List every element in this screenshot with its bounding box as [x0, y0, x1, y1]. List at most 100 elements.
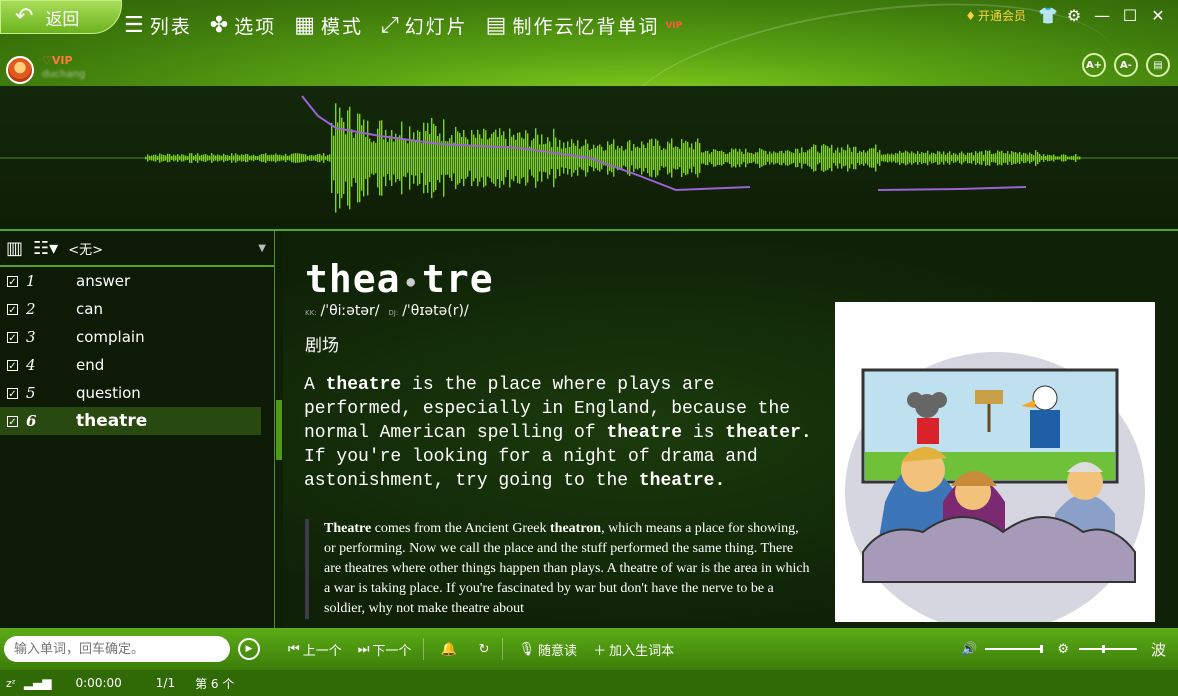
previous-button[interactable]: ⏮ 上一个 [288, 640, 342, 659]
speed-slider[interactable] [1078, 645, 1137, 653]
waveform-bar [411, 140, 413, 176]
open-vip-link[interactable]: ♦ 开通会员 [965, 7, 1026, 24]
waveform-bar [499, 128, 501, 188]
waveform-bar [809, 149, 811, 167]
waveform-bar [847, 144, 849, 172]
font-increase-button[interactable]: A+ [1082, 53, 1106, 77]
menu-list[interactable]: ☰ 列表 [124, 12, 192, 39]
waveform-bar [1073, 155, 1075, 161]
waveform-bar [823, 144, 825, 172]
waveform-bar [425, 130, 427, 186]
repeat-button[interactable]: ↻ [479, 642, 490, 657]
list-options-icon[interactable]: ☷▾ [33, 238, 58, 259]
dj-phonetic[interactable]: /ˈθɪətə(r)/ [402, 303, 468, 319]
checkbox[interactable]: ✓ [7, 359, 18, 372]
gear-icon[interactable]: ⚙ [1066, 6, 1082, 25]
gear-icon: ⚙ [1057, 641, 1069, 657]
close-icon[interactable]: ✕ [1150, 6, 1166, 25]
book-icon[interactable]: ▤ [1146, 53, 1170, 77]
volume-slider[interactable] [985, 645, 1044, 653]
play-button[interactable]: ▶ [238, 638, 260, 660]
next-button[interactable]: ⏭ 下一个 [358, 640, 412, 659]
list-item[interactable]: ✓ 3 complain [0, 323, 274, 351]
waveform-bar [1031, 153, 1033, 163]
waveform-bar [615, 149, 617, 167]
checkbox[interactable]: ✓ [7, 303, 18, 316]
waveform-bar [699, 143, 701, 173]
waveform-bar [967, 152, 969, 164]
skin-shirt-icon[interactable]: 👕 [1038, 6, 1058, 25]
list-item[interactable]: ✓ 1 answer [0, 267, 274, 295]
menu-options-label: 选项 [234, 16, 277, 38]
read-aloud-button[interactable]: 🎙 随意读 [519, 640, 578, 659]
back-button[interactable]: ↶ 返回 [0, 0, 122, 34]
list-item[interactable]: ✓ 4 end [0, 351, 274, 379]
font-decrease-button[interactable]: A- [1114, 53, 1138, 77]
maximize-icon[interactable]: ☐ [1122, 6, 1138, 25]
sleep-icon[interactable]: zᶻ [6, 677, 16, 690]
waveform-bar [145, 156, 147, 160]
chevron-down-icon[interactable]: ▼ [258, 243, 266, 254]
word-search-input[interactable] [4, 636, 230, 662]
waveform-bar [283, 155, 285, 161]
menu-make-cloud-words[interactable]: ▤ 制作云忆背单词 VIP [486, 12, 683, 39]
play-icon: ▶ [245, 644, 253, 654]
waveform-bar [301, 153, 303, 163]
menu-slideshow[interactable]: ⤢ 幻灯片 [381, 12, 468, 39]
waveform-bar [597, 145, 599, 171]
waveform-bar [753, 154, 755, 162]
waveform-bar [837, 147, 839, 169]
menu-options[interactable]: ✤ 选项 [210, 12, 276, 39]
diamond-icon: ♦ [965, 8, 976, 23]
wave-toggle-button[interactable]: 波 [1151, 639, 1166, 660]
books-icon[interactable]: ▥ [6, 238, 23, 259]
volume-button[interactable]: 🔊 [961, 642, 977, 657]
waveform-bar [797, 148, 799, 168]
waveform-bar [455, 126, 457, 190]
waveform-bar [369, 138, 371, 178]
checkbox[interactable]: ✓ [7, 275, 18, 288]
minimize-icon[interactable]: — [1094, 6, 1110, 25]
waveform-bar [959, 152, 961, 164]
avatar[interactable] [6, 56, 34, 84]
illustration-image [835, 302, 1155, 628]
slider-knob[interactable] [1040, 645, 1044, 653]
alarm-button[interactable]: 🔔 [440, 642, 456, 657]
waveform-bar [1005, 153, 1007, 163]
speed-settings-button[interactable]: ⚙ [1057, 642, 1069, 657]
slider-knob[interactable] [1102, 645, 1106, 653]
waveform-bar [895, 153, 897, 163]
waveform-bar [1047, 154, 1049, 162]
add-vocab-button[interactable]: ＋加入生词本 [593, 640, 674, 659]
list-item[interactable]: ✓ 5 question [0, 379, 274, 407]
checkbox[interactable]: ✓ [7, 387, 18, 400]
waveform-bar [517, 132, 519, 184]
waveform-bar [337, 122, 339, 194]
waveform-bar [871, 148, 873, 168]
item-word: complain [76, 328, 145, 346]
waveform-bar [763, 150, 765, 166]
kk-phonetic[interactable]: /ˈθiːətər/ [321, 303, 380, 319]
headword-syllable: thea [305, 257, 401, 301]
waveform-bar [299, 153, 301, 163]
checkbox[interactable]: ✓ [7, 415, 18, 428]
checkbox[interactable]: ✓ [7, 331, 18, 344]
menu-mode[interactable]: ▦ 模式 [294, 12, 363, 39]
list-item[interactable]: ✓ 2 can [0, 295, 274, 323]
waveform-bar [903, 152, 905, 164]
document-icon: ▤ [485, 13, 507, 38]
waveform-bar [451, 134, 453, 182]
waveform-bar [733, 149, 735, 167]
waveform-bar [417, 130, 419, 186]
waveform-bar [297, 153, 299, 163]
waveform-bar [955, 153, 957, 163]
waveform-bar [633, 144, 635, 172]
waveform-bar [527, 133, 529, 183]
panel-resize-handle[interactable] [276, 400, 282, 460]
audio-waveform[interactable] [0, 86, 1178, 231]
waveform-bar [227, 155, 229, 161]
list-filter-value[interactable]: <无> [68, 239, 103, 258]
waveform-bar [323, 153, 325, 163]
highlighted-term: theatron [550, 521, 602, 536]
list-item-selected[interactable]: ✓ 6 theatre [0, 407, 261, 435]
